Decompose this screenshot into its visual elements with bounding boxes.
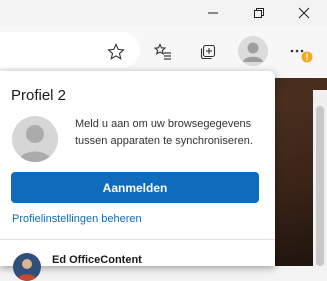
add-favorite-button[interactable] xyxy=(104,40,128,64)
collections-button[interactable] xyxy=(196,40,220,64)
other-profile-name[interactable]: Ed OfficeContent xyxy=(52,254,142,266)
close-button[interactable] xyxy=(281,0,327,26)
manage-profile-settings-link[interactable]: Profielinstellingen beheren xyxy=(12,213,142,225)
person-icon xyxy=(18,125,52,162)
profile-name: Profiel 2 xyxy=(11,87,67,104)
sign-in-button[interactable]: Aanmelden xyxy=(11,172,259,203)
profile-avatar xyxy=(12,116,58,162)
title-bar xyxy=(0,0,327,26)
minimize-icon xyxy=(208,12,218,14)
star-outline-icon xyxy=(107,43,125,60)
scrollbar-thumb[interactable] xyxy=(316,106,324,266)
close-icon xyxy=(298,7,310,19)
notification-badge xyxy=(301,51,313,63)
divider xyxy=(0,239,275,240)
other-profile-avatar[interactable] xyxy=(13,253,41,281)
profile-photo-icon xyxy=(16,259,38,281)
restore-button[interactable] xyxy=(236,0,282,26)
minimize-button[interactable] xyxy=(190,0,236,26)
restore-icon xyxy=(254,8,264,18)
profile-button[interactable] xyxy=(238,36,268,66)
sync-description: Meld u aan om uw browsegegevens tussen a… xyxy=(75,118,253,147)
favorites-list-icon xyxy=(154,43,171,60)
favorites-button[interactable] xyxy=(151,40,175,64)
alert-badge-icon xyxy=(301,51,313,63)
profile-avatar-icon xyxy=(243,42,263,62)
profile-flyout: Profiel 2 Meld u aan om uw browsegegeven… xyxy=(0,71,275,281)
collections-icon xyxy=(200,44,216,60)
